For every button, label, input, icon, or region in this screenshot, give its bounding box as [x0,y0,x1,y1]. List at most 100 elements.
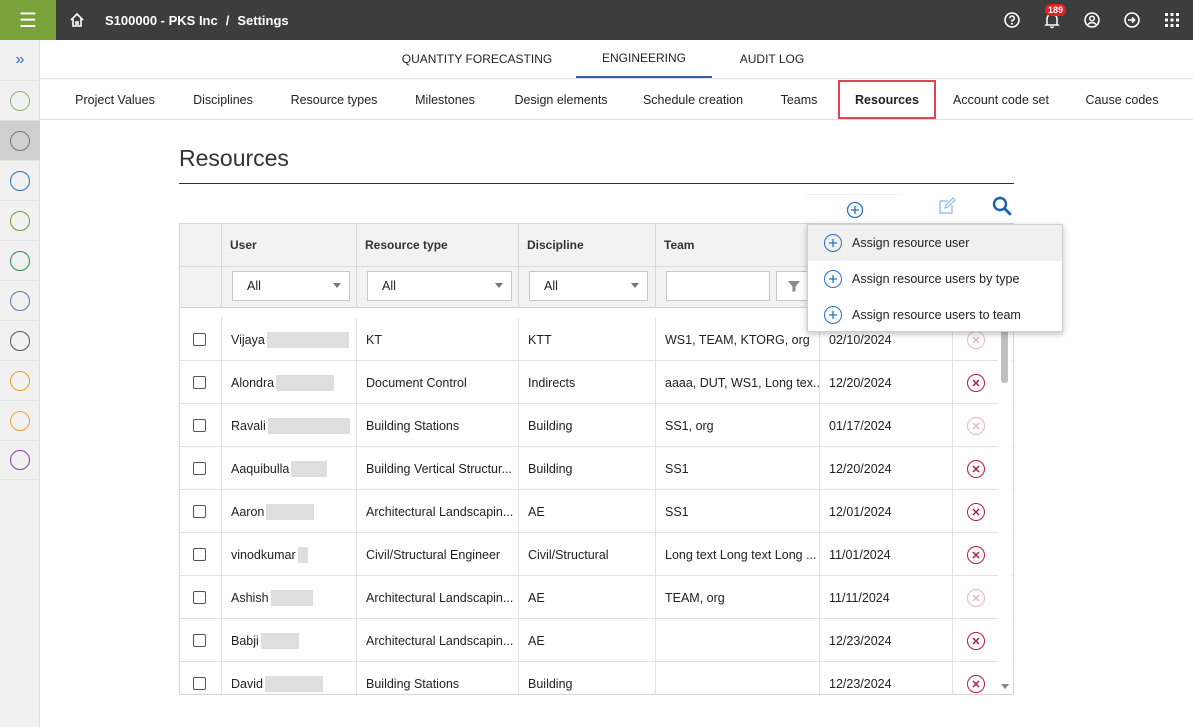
menu-item-assign-resource-user[interactable]: Assign resource user [808,225,1062,261]
module-icon [10,290,30,311]
user-cell: Babji [222,619,357,662]
menu-icon[interactable]: ☰ [0,0,56,40]
add-button[interactable] [807,194,903,224]
chevron-down-icon [631,283,639,288]
column-resource-type: Resource type All [357,224,519,308]
row-select-cell [180,447,222,490]
edit-button[interactable] [936,195,958,217]
subtab-cause-codes[interactable]: Cause codes [1076,79,1168,120]
menu-item-assign-to-team[interactable]: Assign resource users to team [808,297,1062,333]
row-select-cell [180,619,222,662]
date-cell: 01/17/2024 [820,404,953,447]
subtab-teams[interactable]: Teams [770,79,828,120]
subtab-project-values[interactable]: Project Values [64,79,166,120]
help-icon[interactable] [1000,8,1024,32]
chevron-down-icon [495,283,503,288]
module-icon [10,170,30,191]
rail-item-5[interactable] [0,240,40,280]
user-name: Ravali [231,418,266,433]
module-icon [10,450,30,470]
remove-icon[interactable] [967,674,985,693]
rail-item-6[interactable] [0,280,40,320]
tab-quantity-forecasting[interactable]: QUANTITY FORECASTING [392,40,562,78]
row-checkbox[interactable] [193,548,206,561]
search-button[interactable] [990,194,1014,218]
subtab-resource-types[interactable]: Resource types [282,79,386,120]
table-row[interactable]: Aaquibulla Building Vertical Structur... B… [180,447,1013,490]
row-checkbox[interactable] [193,505,206,518]
scroll-down-arrow-icon[interactable] [1001,684,1009,689]
subtab-schedule-creation[interactable]: Schedule creation [636,79,750,120]
team-cell [656,619,820,662]
remove-icon[interactable] [967,373,985,392]
table-row[interactable]: vinodkumar Civil/Structural Engineer Civil… [180,533,1013,576]
user-filter-select[interactable]: All [232,271,350,301]
tab-engineering[interactable]: ENGINEERING [576,40,712,78]
team-cell: TEAM, org [656,576,820,619]
row-action-cell [953,533,999,576]
remove-icon[interactable] [967,631,985,650]
date-cell: 12/23/2024 [820,662,953,694]
row-checkbox[interactable] [193,677,206,690]
discipline-cell: Building [519,447,656,490]
title-divider [179,183,1014,184]
filter-value: All [382,279,396,293]
user-cell: Ravali [222,404,357,447]
row-checkbox[interactable] [193,376,206,389]
subtab-disciplines[interactable]: Disciplines [180,79,266,120]
remove-icon[interactable] [967,459,985,478]
subtab-account-code-set[interactable]: Account code set [944,79,1058,120]
team-cell: SS1 [656,447,820,490]
row-action-cell [953,404,999,447]
remove-icon[interactable] [967,502,985,521]
tab-audit-log[interactable]: AUDIT LOG [724,40,820,78]
resource-type-filter-select[interactable]: All [367,271,512,301]
rail-item-1[interactable] [0,80,40,120]
main-tabs: QUANTITY FORECASTING ENGINEERING AUDIT L… [40,40,1193,79]
subtab-design-elements[interactable]: Design elements [502,79,620,120]
rail-item-4[interactable] [0,200,40,240]
rail-item-10[interactable] [0,440,40,480]
row-checkbox[interactable] [193,462,206,475]
column-discipline: Discipline All [519,224,656,308]
table-row[interactable]: David Building Stations Building 12/23/2024 [180,662,1013,694]
rail-item-8[interactable] [0,360,40,400]
user-profile-icon[interactable] [1080,8,1104,32]
row-checkbox[interactable] [193,333,206,346]
row-checkbox[interactable] [193,591,206,604]
row-checkbox[interactable] [193,634,206,647]
settings-module-icon [10,130,30,151]
table-scrollbar[interactable] [998,307,1012,693]
team-filter-input[interactable] [666,271,770,301]
row-select-cell [180,533,222,576]
subtab-milestones[interactable]: Milestones [404,79,486,120]
rail-item-2[interactable] [0,120,40,160]
breadcrumb-company[interactable]: S100000 - PKS Inc [105,13,218,28]
table-row[interactable]: Ashish Architectural Landscapin... AE TEAM,… [180,576,1013,619]
apps-grid-icon[interactable] [1160,8,1184,32]
subtab-resources[interactable]: Resources [838,80,936,119]
team-cell: WS1, TEAM, KTORG, org [656,318,820,361]
row-checkbox[interactable] [193,419,206,432]
discipline-cell: AE [519,490,656,533]
table-row[interactable]: Aaron Architectural Landscapin... AE SS1 12/… [180,490,1013,533]
expand-sidebar-icon[interactable]: » [0,40,40,80]
table-row[interactable]: Alondra Document Control Indirects aaaa, DU… [180,361,1013,404]
logout-icon[interactable] [1120,8,1144,32]
module-icon [10,330,30,351]
filter-value: All [544,279,558,293]
discipline-cell: AE [519,576,656,619]
menu-item-assign-by-type[interactable]: Assign resource users by type [808,261,1062,297]
module-icon [10,90,30,111]
rail-item-3[interactable] [0,160,40,200]
discipline-filter-select[interactable]: All [529,271,648,301]
home-icon[interactable] [66,9,88,31]
resource-type-cell: Document Control [357,361,519,404]
discipline-cell: Indirects [519,361,656,404]
rail-item-7[interactable] [0,320,40,360]
table-row[interactable]: Ravali Building Stations Building SS1, org 0… [180,404,1013,447]
remove-icon[interactable] [967,545,985,564]
team-cell: Long text Long text Long ... [656,533,820,576]
rail-item-9[interactable] [0,400,40,440]
table-row[interactable]: Babji Architectural Landscapin... AE 12/23/… [180,619,1013,662]
